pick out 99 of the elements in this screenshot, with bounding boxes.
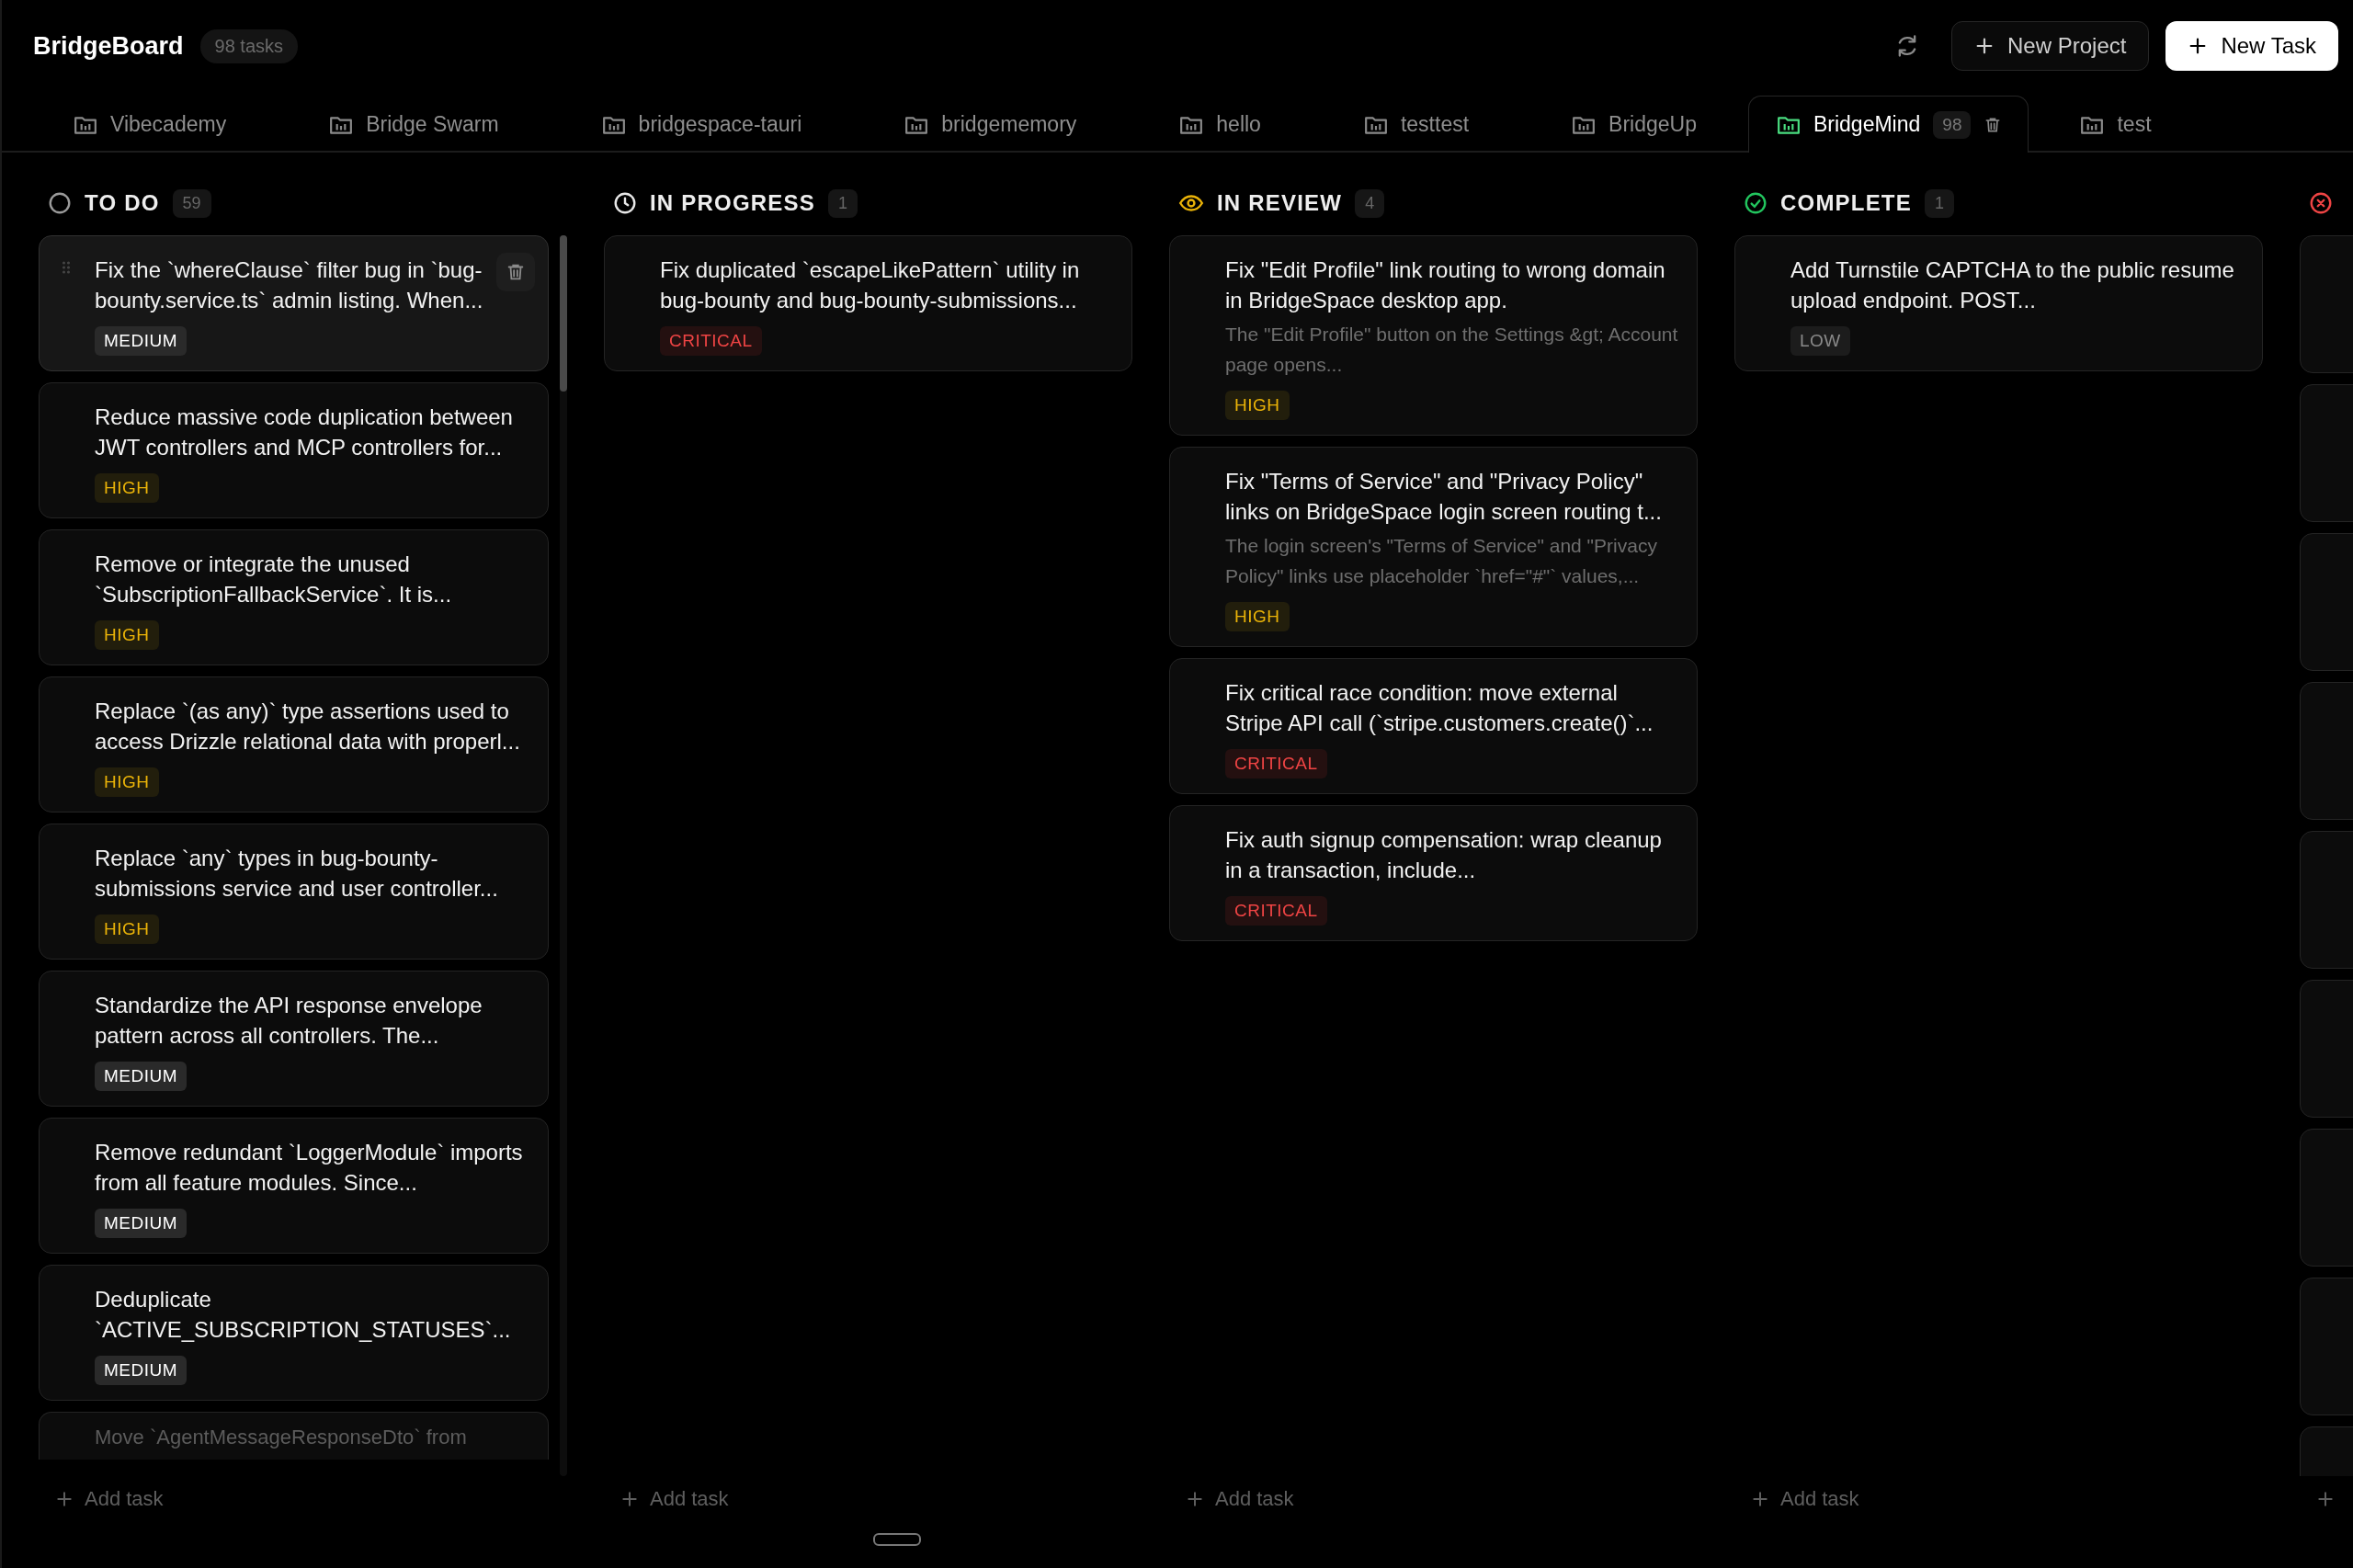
- check-circle-icon: [1744, 191, 1768, 215]
- task-description: The login screen's "Terms of Service" and "Privacy Policy" links use placeholder `href="#"` values,...: [1225, 534, 1658, 588]
- task-title: Deduplicate `ACTIVE_SUBSCRIPTION_STATUSES`...: [95, 1286, 512, 1344]
- task-card[interactable]: Reduce massive code duplication between JWT controllers and MCP controllers for... HIGH: [39, 382, 549, 518]
- tab-label: Bridge Swarm: [366, 112, 499, 137]
- column-title: COMPLETE: [1780, 190, 1912, 216]
- priority-tag: MEDIUM: [95, 1209, 188, 1238]
- tab-label: bridgespace-tauri: [638, 112, 802, 137]
- project-tab[interactable]: BridgeUp: [1520, 96, 1748, 153]
- task-card[interactable]: Fix duplicated `escapeLikePattern` utility in bug-bounty and bug-bounty-submissions... CRITICAL: [604, 235, 1132, 371]
- priority-tag: MEDIUM: [95, 1356, 188, 1385]
- task-card[interactable]: Fix "Terms of Service" and "Privacy Policy" links on BridgeSpace login screen routing t... The login screen's "Terms of Service" and "Privacy Policy" links use placeholder `href="#"` values,... HIGH: [1169, 447, 1698, 647]
- task-card[interactable]: Fix the `whereClause` filter bug in `bug-bounty.service.ts` admin listing. When... MEDIUM: [39, 235, 549, 371]
- folder-icon: [329, 114, 354, 135]
- plus-icon: [620, 1490, 639, 1508]
- column-title: IN REVIEW: [1217, 190, 1343, 216]
- folder-icon: [1179, 114, 1204, 135]
- project-tab[interactable]: hello: [1128, 96, 1313, 153]
- project-tab[interactable]: Bridge Swarm: [278, 96, 551, 153]
- project-tab[interactable]: Vibecademy: [22, 96, 278, 153]
- folder-icon: [74, 114, 97, 135]
- task-card[interactable]: Add Turnstile CAPTCHA to the public resume upload endpoint. POST... LOW: [1734, 235, 2263, 371]
- tab-label: hello: [1216, 112, 1261, 137]
- new-task-button[interactable]: New Task: [2165, 21, 2338, 71]
- task-card[interactable]: Deduplicate `ACTIVE_SUBSCRIPTION_STATUSES`... MEDIUM: [39, 1265, 549, 1401]
- project-tab[interactable]: bridgememory: [853, 96, 1129, 153]
- task-title: Fix auth signup compensation: wrap cleanup in a transaction, include...: [1225, 826, 1663, 884]
- task-title: Standardize the API response envelope pattern across all controllers. The...: [95, 992, 483, 1050]
- priority-tag: HIGH: [1225, 391, 1290, 420]
- priority-tag: MEDIUM: [95, 326, 188, 356]
- clock-icon: [613, 191, 637, 215]
- priority-tag: LOW: [1790, 326, 1850, 356]
- task-title: Fix "Terms of Service" and "Privacy Policy" links on BridgeSpace login screen routing t...: [1225, 468, 1663, 526]
- plus-icon: [2316, 1490, 2335, 1508]
- task-card[interactable]: Remove redundant `LoggerModule` imports from all feature modules. Since... MEDIUM: [39, 1118, 549, 1254]
- task-card[interactable]: Remove or integrate the unused `SubscriptionFallbackService`. It is... HIGH: [39, 529, 549, 665]
- column-count: 1: [1924, 188, 1954, 218]
- trash-icon[interactable]: [506, 262, 526, 282]
- tab-count: 98: [1933, 110, 1972, 139]
- tab-label: BridgeMind: [1813, 112, 1921, 137]
- priority-tag: CRITICAL: [660, 326, 762, 356]
- task-title: Replace `any` types in bug-bounty-submissions service and user controller...: [95, 845, 499, 903]
- project-tab[interactable]: BridgeMind 98: [1747, 96, 2029, 153]
- task-title: Remove redundant `LoggerModule` imports from all feature modules. Since...: [95, 1139, 524, 1197]
- task-card[interactable]: Fix critical race condition: move external Stripe API call (`stripe.customers.create()`... CRITICAL: [1169, 658, 1698, 794]
- delete-button[interactable]: [496, 253, 535, 291]
- priority-tag: CRITICAL: [1225, 896, 1327, 926]
- task-title: Reduce massive code duplication between JWT controllers and MCP controllers for...: [95, 403, 514, 461]
- column-title: IN PROGRESS: [650, 190, 815, 216]
- task-card[interactable]: Fix "Edit Profile" link routing to wrong domain in BridgeSpace desktop app. The "Edit Profile" button on the Settings &gt; Account page opens... HIGH: [1169, 235, 1698, 436]
- x-circle-icon: [2309, 191, 2333, 215]
- project-tab[interactable]: testtest: [1312, 96, 1521, 153]
- task-card[interactable]: Fix auth signup compensation: wrap cleanup in a transaction, include... CRITICAL: [1169, 805, 1698, 941]
- project-tab[interactable]: test: [2029, 96, 2203, 153]
- plus-icon: [1751, 1490, 1769, 1508]
- priority-tag: HIGH: [95, 620, 159, 650]
- priority-tag: HIGH: [95, 767, 159, 797]
- task-card[interactable]: Standardize the API response envelope pattern across all controllers. The... MEDIUM: [39, 971, 549, 1107]
- priority-tag: HIGH: [95, 473, 159, 503]
- resize-handle[interactable]: [873, 1533, 921, 1546]
- tab-label: Vibecademy: [110, 112, 227, 137]
- plus-icon: [55, 1490, 74, 1508]
- circle-icon: [48, 191, 72, 215]
- folder-icon: [904, 114, 929, 135]
- drag-handle-icon[interactable]: [62, 260, 71, 275]
- tab-label: test: [2117, 112, 2152, 137]
- column-count: 1: [827, 188, 858, 218]
- task-title: Fix the `whereClause` filter bug in `bug-bounty.service.ts` admin listing. When...: [95, 256, 484, 314]
- priority-tag: HIGH: [95, 915, 159, 944]
- column-title: TO DO: [85, 190, 160, 216]
- task-title: Fix critical race condition: move external Stripe API call (`stripe.customers.create()`...: [1225, 679, 1654, 737]
- tab-label: bridgememory: [941, 112, 1077, 137]
- task-count: 98 tasks: [199, 28, 298, 63]
- tab-label: testtest: [1400, 112, 1470, 137]
- task-title: Fix duplicated `escapeLikePattern` utility in bug-bounty and bug-bounty-submissions...: [660, 256, 1081, 314]
- task-title: Add Turnstile CAPTCHA to the public resume upload endpoint. POST...: [1790, 256, 2235, 314]
- folder-icon: [1776, 114, 1801, 135]
- task-title: Fix "Edit Profile" link routing to wrong domain in BridgeSpace desktop app.: [1225, 256, 1666, 314]
- task-title: Move `AgentMessageResponseDto` from: [95, 1426, 468, 1449]
- app-title: BridgeBoard: [33, 31, 184, 61]
- priority-tag: MEDIUM: [95, 1062, 188, 1091]
- task-description: The "Edit Profile" button on the Settings &gt; Account page opens...: [1225, 323, 1679, 377]
- task-title: Replace `(as any)` type assertions used to access Drizzle relational data with properl...: [95, 698, 521, 756]
- new-project-button[interactable]: New Project: [1951, 21, 2150, 71]
- task-card[interactable]: Replace `any` types in bug-bounty-submissions service and user controller... HIGH: [39, 824, 549, 960]
- tab-label: BridgeUp: [1608, 112, 1697, 137]
- scrollbar-thumb[interactable]: [560, 235, 567, 392]
- column-count: 4: [1355, 188, 1385, 218]
- task-title: Remove or integrate the unused `SubscriptionFallbackService`. It is...: [95, 551, 453, 608]
- project-tab[interactable]: bridgespace-tauri: [550, 96, 854, 153]
- plus-icon: [1186, 1490, 1204, 1508]
- task-card[interactable]: Replace `(as any)` type assertions used to access Drizzle relational data with properl... HIGH: [39, 676, 549, 812]
- folder-icon: [1572, 114, 1597, 135]
- folder-icon: [1363, 114, 1388, 135]
- priority-tag: HIGH: [1225, 602, 1290, 631]
- folder-icon: [601, 114, 626, 135]
- column-count: 59: [172, 188, 211, 218]
- folder-icon: [2080, 114, 2105, 135]
- priority-tag: CRITICAL: [1225, 749, 1327, 778]
